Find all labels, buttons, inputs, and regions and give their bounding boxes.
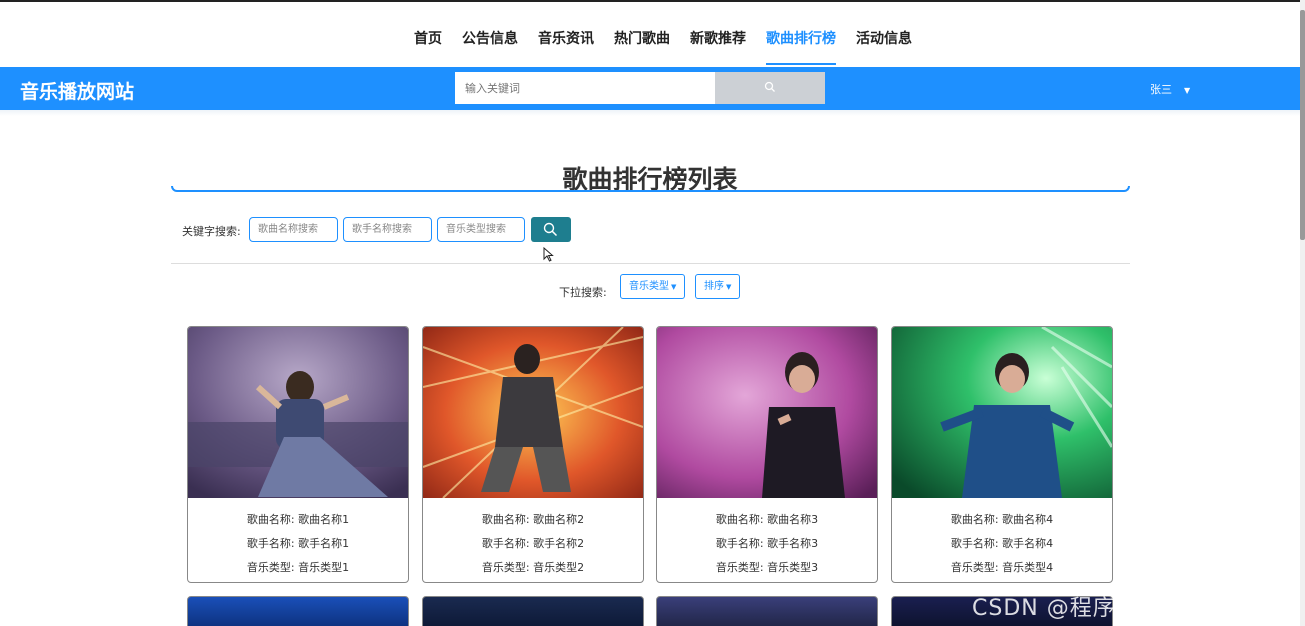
chevron-down-icon: ▼ — [1184, 86, 1191, 95]
sort-dropdown-label: 排序 — [704, 281, 724, 292]
user-menu[interactable]: 张三 ▼ — [1150, 81, 1190, 97]
genre-dropdown[interactable]: 音乐类型 ▼ — [620, 274, 686, 299]
singer-name: 歌手名称: 歌手名称3 — [715, 537, 819, 550]
singer-name: 歌手名称: 歌手名称1 — [246, 537, 350, 550]
song-cover-image[interactable] — [188, 327, 408, 498]
caret-down-icon: ▼ — [726, 283, 732, 291]
caret-down-icon: ▼ — [671, 283, 677, 291]
search-icon — [543, 222, 558, 237]
sort-dropdown[interactable]: 排序 ▼ — [695, 274, 741, 299]
music-genre: 音乐类型: 音乐类型3 — [715, 561, 819, 574]
search-icon — [764, 81, 775, 92]
music-genre: 音乐类型: 音乐类型1 — [246, 561, 350, 574]
song-name: 歌曲名称: 歌曲名称4 — [950, 513, 1054, 526]
keyword-search-label: 关键字搜索: — [182, 225, 241, 238]
filter-search-button[interactable] — [531, 217, 571, 242]
song-name-search-input[interactable]: 歌曲名称搜索 — [249, 217, 338, 242]
user-name: 张三 — [1150, 83, 1172, 96]
mouse-cursor-icon — [543, 247, 554, 262]
music-genre: 音乐类型: 音乐类型2 — [481, 561, 585, 574]
song-name: 歌曲名称: 歌曲名称3 — [715, 513, 819, 526]
song-cover-image[interactable] — [423, 327, 643, 498]
dropdown-search-label: 下拉搜索: — [559, 286, 607, 299]
genre-dropdown-label: 音乐类型 — [629, 281, 669, 292]
header-bar: 音乐播放网站 张三 ▼ — [0, 67, 1300, 110]
nav-item-hot-songs[interactable]: 热门歌曲 — [614, 28, 670, 64]
header-shadow — [0, 110, 1300, 116]
song-name: 歌曲名称: 歌曲名称1 — [246, 513, 350, 526]
filter-divider — [171, 263, 1130, 264]
song-card[interactable] — [187, 596, 409, 626]
song-name: 歌曲名称: 歌曲名称2 — [481, 513, 585, 526]
nav-item-new-songs[interactable]: 新歌推荐 — [690, 28, 746, 64]
singer-name-search-input[interactable]: 歌手名称搜索 — [343, 217, 432, 242]
scrollbar-thumb[interactable] — [1300, 10, 1305, 240]
title-underline — [171, 186, 1130, 192]
song-card[interactable]: 歌曲名称: 歌曲名称2 歌手名称: 歌手名称2 音乐类型: 音乐类型2 — [422, 326, 644, 583]
nav-list: 首页 公告信息 音乐资讯 热门歌曲 新歌推荐 歌曲排行榜 活动信息 — [414, 28, 932, 65]
scrollbar[interactable] — [1300, 0, 1305, 626]
top-navigation: 首页 公告信息 音乐资讯 热门歌曲 新歌推荐 歌曲排行榜 活动信息 — [0, 0, 1300, 67]
song-cover-image[interactable] — [657, 327, 877, 498]
song-cover-image[interactable] — [892, 327, 1112, 498]
song-card[interactable] — [656, 596, 878, 626]
site-title[interactable]: 音乐播放网站 — [20, 77, 134, 104]
singer-name: 歌手名称: 歌手名称2 — [481, 537, 585, 550]
header-search-input[interactable] — [455, 72, 715, 104]
nav-item-home[interactable]: 首页 — [414, 28, 442, 64]
watermark: CSDN @程序设计计算机毕设 — [972, 596, 1277, 621]
song-card[interactable]: 歌曲名称: 歌曲名称4 歌手名称: 歌手名称4 音乐类型: 音乐类型4 — [891, 326, 1113, 583]
header-search-button[interactable] — [715, 72, 825, 104]
nav-item-song-ranking[interactable]: 歌曲排行榜 — [766, 28, 836, 65]
song-card[interactable] — [422, 596, 644, 626]
genre-search-input[interactable]: 音乐类型搜索 — [437, 217, 525, 242]
nav-item-music-news[interactable]: 音乐资讯 — [538, 28, 594, 64]
song-card[interactable]: 歌曲名称: 歌曲名称3 歌手名称: 歌手名称3 音乐类型: 音乐类型3 — [656, 326, 878, 583]
nav-item-activities[interactable]: 活动信息 — [856, 28, 912, 64]
nav-item-announcements[interactable]: 公告信息 — [462, 28, 518, 64]
singer-name: 歌手名称: 歌手名称4 — [950, 537, 1054, 550]
song-card[interactable]: 歌曲名称: 歌曲名称1 歌手名称: 歌手名称1 音乐类型: 音乐类型1 — [187, 326, 409, 583]
music-genre: 音乐类型: 音乐类型4 — [950, 561, 1054, 574]
